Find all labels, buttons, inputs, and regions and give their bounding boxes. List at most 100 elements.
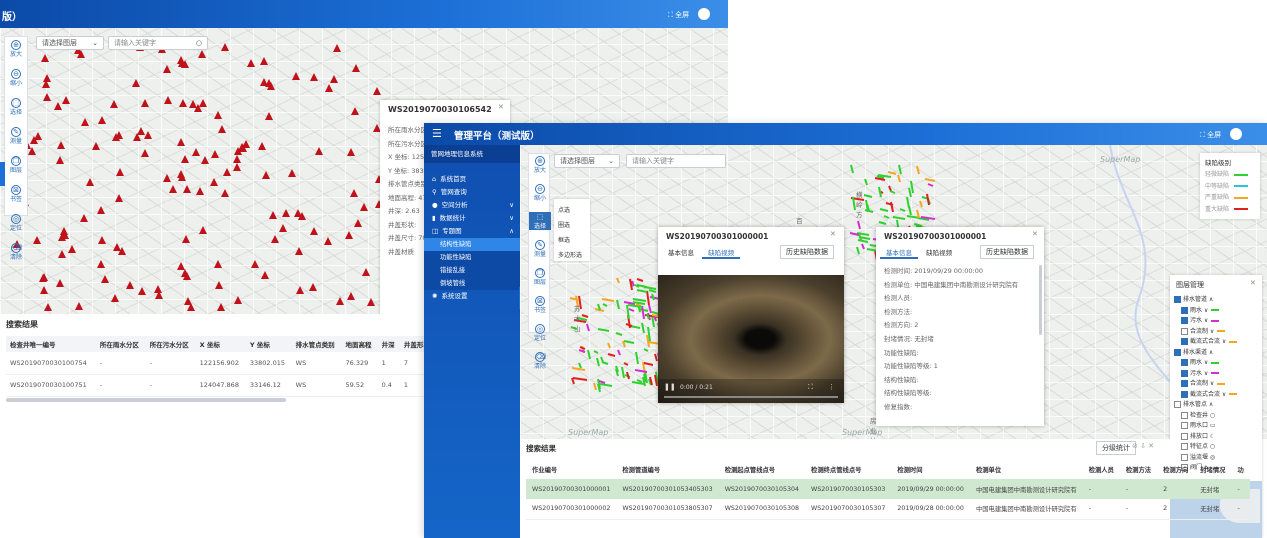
pipe-segment[interactable] bbox=[616, 277, 620, 284]
manhole-marker[interactable] bbox=[179, 99, 187, 107]
manhole-marker[interactable] bbox=[260, 57, 268, 65]
tab-basic-info[interactable]: 基本信息 bbox=[880, 247, 918, 259]
manhole-marker[interactable] bbox=[292, 72, 300, 80]
pipe-segment[interactable] bbox=[927, 183, 934, 187]
manhole-marker[interactable] bbox=[56, 279, 64, 287]
manhole-marker[interactable] bbox=[132, 79, 140, 87]
manhole-marker[interactable] bbox=[233, 155, 241, 163]
pipe-segment[interactable] bbox=[889, 190, 896, 194]
pipe-segment[interactable] bbox=[593, 382, 597, 391]
manhole-marker[interactable] bbox=[194, 104, 202, 112]
pipe-segment[interactable] bbox=[643, 348, 649, 352]
pipe-segment[interactable] bbox=[602, 303, 608, 307]
pipe-segment[interactable] bbox=[878, 221, 887, 225]
layer-checkbox[interactable] bbox=[1181, 380, 1188, 387]
play-icon[interactable]: ❚❚ bbox=[664, 383, 676, 391]
select-mode-item[interactable]: 圈选 bbox=[558, 218, 590, 233]
close-icon[interactable]: ✕ bbox=[498, 103, 504, 111]
manhole-marker[interactable] bbox=[258, 142, 266, 150]
pipe-segment[interactable] bbox=[916, 165, 920, 175]
manhole-marker[interactable] bbox=[44, 303, 52, 311]
zoom-out-tool[interactable]: ⊖ 缩小 bbox=[529, 184, 551, 202]
layer-item[interactable]: 雨水 ∨ bbox=[1174, 358, 1237, 369]
manhole-marker[interactable] bbox=[98, 116, 106, 124]
column-header[interactable]: 检测终点管线点号 bbox=[805, 459, 891, 479]
layer-checkbox[interactable] bbox=[1174, 401, 1181, 408]
manhole-marker[interactable] bbox=[360, 203, 368, 211]
avatar[interactable] bbox=[698, 8, 710, 20]
layer-checkbox[interactable] bbox=[1174, 348, 1181, 356]
pipe-segment[interactable] bbox=[648, 289, 657, 293]
manhole-marker[interactable] bbox=[351, 107, 359, 115]
manhole-marker[interactable] bbox=[350, 189, 358, 197]
pipe-segment[interactable] bbox=[607, 342, 611, 349]
manhole-marker[interactable] bbox=[352, 64, 360, 72]
manhole-marker[interactable] bbox=[214, 111, 222, 119]
manhole-marker[interactable] bbox=[40, 286, 48, 294]
manhole-marker[interactable] bbox=[201, 156, 209, 164]
column-header[interactable]: 检测时间 bbox=[891, 459, 970, 479]
manhole-marker[interactable] bbox=[54, 102, 62, 110]
manhole-marker[interactable] bbox=[43, 74, 51, 82]
clear-tool[interactable]: ⌫ 清除 bbox=[529, 352, 551, 370]
column-header[interactable]: Y 坐标 bbox=[246, 336, 292, 352]
pipe-segment[interactable] bbox=[924, 178, 936, 182]
table-row[interactable]: WS2019070030100754 - - 122156.902 33802.015 W… bbox=[6, 352, 436, 374]
manhole-marker[interactable] bbox=[310, 227, 318, 235]
manhole-marker[interactable] bbox=[196, 187, 204, 195]
submenu-item[interactable]: 错接乱接 bbox=[424, 264, 520, 277]
pipe-segment[interactable] bbox=[586, 323, 590, 332]
column-header[interactable]: 井深 bbox=[378, 336, 400, 352]
tab-defect-video[interactable]: 缺陷视频 bbox=[920, 247, 958, 257]
layer-checkbox[interactable] bbox=[1181, 432, 1188, 440]
search-icon[interactable]: ○ bbox=[196, 37, 202, 49]
layers-tool[interactable]: ❐ 图层 bbox=[5, 156, 27, 174]
pipe-segment[interactable] bbox=[579, 346, 586, 350]
manhole-marker[interactable] bbox=[163, 174, 171, 182]
pipe-segment[interactable] bbox=[643, 362, 654, 366]
layer-item[interactable]: 排水管点 ∧ bbox=[1174, 400, 1237, 411]
column-header[interactable]: 检测方法 bbox=[1120, 459, 1157, 479]
pipe-segment[interactable] bbox=[571, 367, 586, 371]
manhole-marker[interactable] bbox=[41, 54, 49, 62]
fullscreen-icon[interactable]: ⛶ bbox=[808, 383, 813, 392]
manhole-marker[interactable] bbox=[294, 209, 302, 217]
horizontal-scrollbar[interactable] bbox=[6, 398, 286, 402]
pipe-segment[interactable] bbox=[569, 297, 580, 301]
pipe-segment[interactable] bbox=[617, 349, 621, 356]
layer-checkbox[interactable] bbox=[1181, 369, 1188, 377]
manhole-marker[interactable] bbox=[113, 243, 121, 251]
pipe-segment[interactable] bbox=[615, 332, 623, 336]
manhole-marker[interactable] bbox=[144, 131, 152, 139]
pipe-segment[interactable] bbox=[598, 380, 606, 384]
manhole-marker[interactable] bbox=[181, 269, 189, 277]
manhole-marker[interactable] bbox=[187, 303, 195, 311]
pipe-segment[interactable] bbox=[857, 220, 861, 230]
pipe-segment[interactable] bbox=[648, 304, 652, 314]
manhole-marker[interactable] bbox=[39, 274, 47, 282]
manhole-marker[interactable] bbox=[262, 171, 270, 179]
manhole-marker[interactable] bbox=[56, 156, 64, 164]
layer-item[interactable]: 检查井 ○ bbox=[1174, 411, 1237, 422]
pipe-segment[interactable] bbox=[899, 208, 906, 212]
manhole-marker[interactable] bbox=[192, 148, 200, 156]
manhole-marker[interactable] bbox=[126, 281, 134, 289]
manhole-marker[interactable] bbox=[265, 112, 273, 120]
keyword-search-input[interactable]: 请输入关键字 ○ bbox=[108, 36, 208, 50]
zoom-out-tool[interactable]: ⊖ 缩小 bbox=[5, 69, 27, 87]
sidebar-collapse-handle[interactable] bbox=[0, 162, 5, 186]
pipe-segment[interactable] bbox=[631, 381, 645, 385]
manhole-marker[interactable] bbox=[242, 140, 250, 148]
tab-defect-video[interactable]: 缺陷视频 bbox=[702, 247, 741, 259]
pipe-segment[interactable] bbox=[857, 239, 869, 243]
pipe-segment[interactable] bbox=[646, 290, 650, 306]
pipe-segment[interactable] bbox=[629, 278, 633, 291]
layer-item[interactable]: 特征点 ○ bbox=[1174, 442, 1237, 453]
pipe-segment[interactable] bbox=[878, 186, 882, 198]
sidebar-item[interactable]: ⌂ 系统首页 bbox=[424, 173, 520, 186]
layer-item[interactable]: 雨水口 ▭ bbox=[1174, 421, 1237, 432]
layer-checkbox[interactable] bbox=[1174, 296, 1181, 303]
pipe-segment[interactable] bbox=[593, 350, 599, 354]
manhole-marker[interactable] bbox=[345, 231, 353, 239]
manhole-marker[interactable] bbox=[137, 127, 145, 135]
